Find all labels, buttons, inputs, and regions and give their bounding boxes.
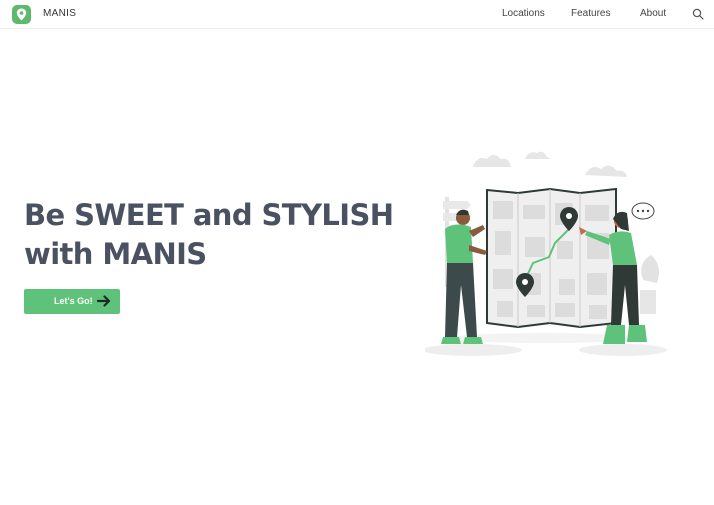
nav-link-about[interactable]: About: [640, 8, 666, 19]
hero-title-line-1: Be SWEET and STYLISH: [24, 198, 394, 232]
lets-go-label: Let's Go!: [54, 296, 93, 306]
search-icon[interactable]: [692, 8, 704, 20]
navbar: MANIS Locations Features About: [0, 0, 714, 29]
hero-title: Be SWEET and STYLISH with MANIS: [24, 196, 404, 274]
hero-title-line-2: with MANIS: [24, 237, 207, 271]
map-pin-icon[interactable]: [12, 5, 31, 24]
lets-go-button[interactable]: Let's Go!: [24, 289, 120, 314]
nav-link-locations[interactable]: Locations: [502, 8, 545, 19]
nav-link-features[interactable]: Features: [571, 8, 610, 19]
brand-name[interactable]: MANIS: [43, 8, 76, 19]
people-reading-map-illustration: [425, 151, 667, 356]
arrow-right-icon: [97, 295, 111, 307]
